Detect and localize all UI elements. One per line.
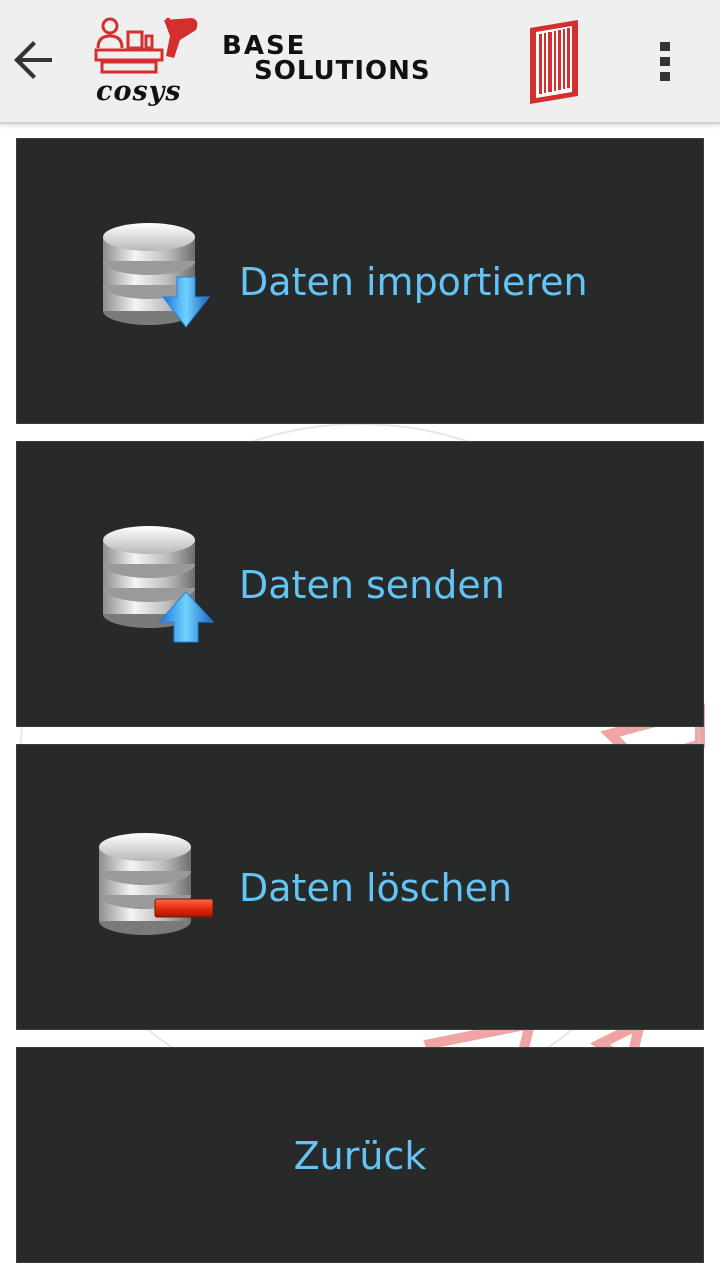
- delete-data-button[interactable]: Daten löschen: [16, 744, 704, 1030]
- overflow-menu-button[interactable]: [640, 32, 690, 92]
- import-data-label: Daten importieren: [239, 260, 588, 304]
- app-toolbar: cosys BASE SOLUTIONS: [0, 0, 720, 124]
- barcode-icon: [530, 20, 578, 104]
- arrow-left-icon: [14, 41, 52, 79]
- base-solutions-logo: BASE SOLUTIONS: [222, 33, 431, 86]
- cosys-logo: cosys: [92, 14, 202, 107]
- import-data-button[interactable]: Daten importieren: [16, 138, 704, 424]
- database-delete-icon: [99, 833, 213, 935]
- database-upload-icon: [103, 526, 215, 643]
- delete-data-label: Daten löschen: [239, 866, 513, 910]
- more-vertical-icon: [660, 42, 670, 81]
- send-data-label: Daten senden: [239, 563, 505, 607]
- back-button-tile[interactable]: Zurück: [16, 1047, 704, 1263]
- back-label: Zurück: [293, 1134, 427, 1178]
- cosys-wordmark: cosys: [96, 76, 182, 107]
- brand-line2: SOLUTIONS: [254, 56, 431, 86]
- store-counter-icon: [94, 17, 198, 74]
- back-button[interactable]: [4, 30, 64, 90]
- send-data-button[interactable]: Daten senden: [16, 441, 704, 727]
- database-import-icon: [103, 223, 211, 328]
